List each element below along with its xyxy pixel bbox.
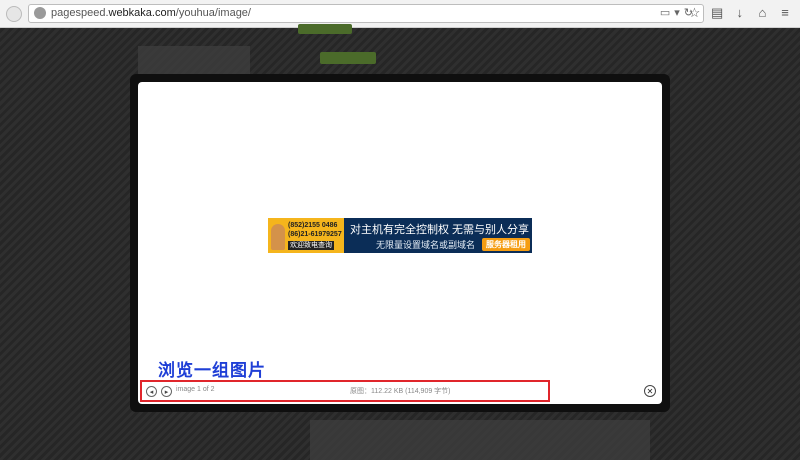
lightbox: (852)2155 0486 (86)21-61979257 欢迎致电查询 对主… [138,82,662,404]
banner-button: 服务器租用 [482,238,530,251]
banner-subline: 无限量设置域名或副域名 [376,240,476,250]
person-icon [271,224,285,250]
bg-tag [320,52,376,64]
url-text: pagespeed.webkaka.com/youhua/image/ [51,7,251,19]
lightbox-control-bar: ◂ ▸ image 1 of 2 原图：112.22 KB (114,909 字… [140,380,550,402]
close-icon[interactable]: ✕ [644,385,656,397]
reading-list-icon[interactable]: ▤ [710,5,724,21]
reader-icon[interactable]: ▭ [660,7,674,19]
next-arrow-icon[interactable]: ▸ [161,386,172,397]
bg-tag [298,24,352,34]
image-caption: 浏览一组图片 [158,361,266,380]
browser-toolbar: pagespeed.webkaka.com/youhua/image/ ▭▾↻ … [0,0,800,28]
banner-headline: 对主机有完全控制权 无需与别人分享 [350,224,530,236]
banner-phones: (852)2155 0486 (86)21-61979257 [288,221,342,239]
menu-icon[interactable]: ≡ [778,5,792,20]
banner-image[interactable]: (852)2155 0486 (86)21-61979257 欢迎致电查询 对主… [268,218,532,253]
banner-phone-2: (86)21-61979257 [288,231,342,238]
home-icon[interactable]: ⌂ [755,5,769,20]
prev-arrow-icon[interactable]: ◂ [146,386,157,397]
back-button[interactable] [6,6,22,22]
download-icon[interactable]: ↓ [733,5,747,20]
banner-call-label: 欢迎致电查询 [288,241,334,250]
original-file-size: 原图：112.22 KB (114,909 字节) [350,388,451,395]
toolbar-icons: ☆ ▤ ↓ ⌂ ≡ [683,5,793,21]
image-counter: image 1 of 2 [176,386,215,393]
globe-icon [34,7,46,19]
bookmark-star-icon[interactable]: ☆ [688,5,702,21]
address-bar[interactable]: pagespeed.webkaka.com/youhua/image/ ▭▾↻ [28,4,704,23]
bg-panel [310,420,650,460]
banner-phone-1: (852)2155 0486 [288,222,338,229]
